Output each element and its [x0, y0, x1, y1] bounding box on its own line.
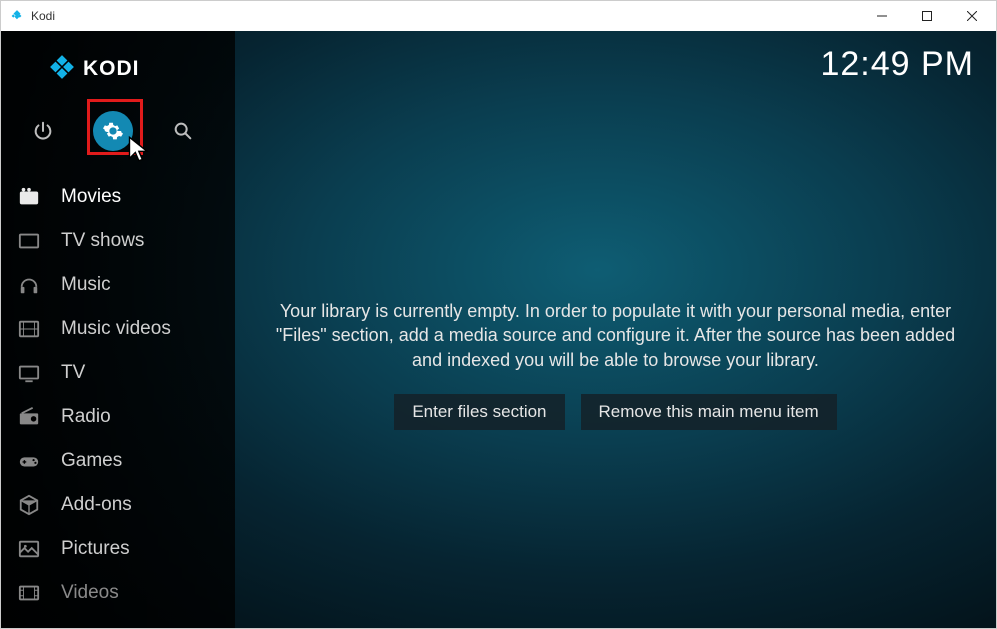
sidebar-item-musicvideos[interactable]: Music videos	[1, 307, 235, 351]
maximize-button[interactable]	[904, 1, 949, 31]
tvshow-icon	[15, 229, 43, 253]
sidebar-item-addons[interactable]: Add-ons	[1, 483, 235, 527]
musicvideo-icon	[15, 317, 43, 341]
radio-icon	[15, 405, 43, 429]
enter-files-button[interactable]: Enter files section	[394, 394, 564, 430]
sidebar-item-label: Music videos	[61, 318, 171, 340]
package-icon	[15, 493, 43, 517]
button-row: Enter files section Remove this main men…	[394, 394, 836, 430]
gamepad-icon	[15, 449, 43, 473]
headphones-icon	[15, 273, 43, 297]
sidebar-item-label: Pictures	[61, 538, 130, 560]
sidebar-item-pictures[interactable]: Pictures	[1, 527, 235, 571]
window-title: Kodi	[31, 9, 55, 23]
sidebar-item-games[interactable]: Games	[1, 439, 235, 483]
video-icon	[15, 581, 43, 605]
tv-icon	[15, 361, 43, 385]
main-panel: 12:49 PM Your library is currently empty…	[235, 31, 996, 628]
empty-library-message: Your library is currently empty. In orde…	[266, 299, 966, 372]
remove-menu-item-button[interactable]: Remove this main menu item	[581, 394, 837, 430]
kodi-app-icon	[9, 8, 25, 24]
kodi-logo-icon	[49, 54, 75, 85]
sidebar-item-label: Videos	[61, 582, 119, 604]
power-button[interactable]	[25, 113, 61, 149]
sidebar-item-radio[interactable]: Radio	[1, 395, 235, 439]
minimize-button[interactable]	[859, 1, 904, 31]
close-button[interactable]	[949, 1, 994, 31]
kodi-app: KODI Movies	[1, 31, 996, 628]
nav: Movies TV shows Music Music videos TV	[1, 175, 235, 615]
sidebar-item-label: TV shows	[61, 230, 144, 252]
sidebar-item-label: TV	[61, 362, 85, 384]
sidebar-item-movies[interactable]: Movies	[1, 175, 235, 219]
clock: 12:49 PM	[820, 45, 974, 84]
sidebar-item-label: Games	[61, 450, 122, 472]
sidebar-item-label: Radio	[61, 406, 111, 428]
sidebar-item-label: Music	[61, 274, 111, 296]
sidebar: KODI Movies	[1, 31, 235, 628]
movie-icon	[15, 185, 43, 209]
sidebar-item-label: Movies	[61, 186, 121, 208]
sidebar-item-label: Add-ons	[61, 494, 132, 516]
picture-icon	[15, 537, 43, 561]
brand: KODI	[1, 45, 235, 93]
icon-row	[1, 93, 235, 169]
settings-button[interactable]	[93, 111, 133, 151]
app-window: Kodi KODI	[0, 0, 997, 629]
sidebar-item-music[interactable]: Music	[1, 263, 235, 307]
brand-text: KODI	[83, 57, 140, 81]
sidebar-item-tvshows[interactable]: TV shows	[1, 219, 235, 263]
search-button[interactable]	[165, 113, 201, 149]
sidebar-item-videos[interactable]: Videos	[1, 571, 235, 615]
sidebar-item-tv[interactable]: TV	[1, 351, 235, 395]
titlebar: Kodi	[1, 1, 996, 31]
